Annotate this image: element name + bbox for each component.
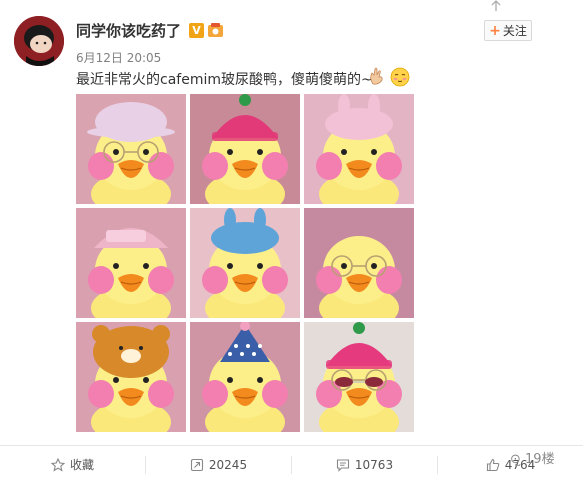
duck-plush-image xyxy=(190,208,300,318)
hand-emoji-icon xyxy=(370,67,383,85)
scroll-up-arrow-icon[interactable] xyxy=(489,0,503,12)
photo-duck-beanie-sunglasses[interactable] xyxy=(304,322,414,432)
photo-duck-pink-beanie[interactable] xyxy=(190,94,300,204)
member-badge-icon xyxy=(208,23,223,37)
duck-plush-image xyxy=(304,322,414,432)
action-bar: 收藏 20245 10763 4764 xyxy=(0,445,583,483)
image-grid xyxy=(76,94,414,434)
post-text: 最近非常火的cafemim玻尿酸鸭，傻萌傻萌的~ xyxy=(76,72,373,88)
avatar-illustration xyxy=(14,16,64,66)
comment-icon xyxy=(336,458,349,472)
watermark-chat-icon: ⊙̫ xyxy=(510,452,526,467)
thumbs-up-icon xyxy=(486,458,499,471)
duck-plush-image xyxy=(190,94,300,204)
verified-badge-icon: V xyxy=(189,23,204,38)
follow-button[interactable]: + 关注 xyxy=(484,20,532,41)
photo-duck-bear-hat[interactable] xyxy=(76,322,186,432)
photo-duck-pink-bunny-hat[interactable] xyxy=(304,94,414,204)
photo-duck-purple-hat-glasses[interactable] xyxy=(76,94,186,204)
photo-duck-party-hat[interactable] xyxy=(190,322,300,432)
duck-plush-image xyxy=(190,322,300,432)
username[interactable]: 同学你该吃药了 xyxy=(76,20,181,41)
comment-count: 10763 xyxy=(354,457,394,472)
duck-plush-image xyxy=(76,208,186,318)
weibo-post-card: 同学你该吃药了 V + 关注 6月12日 20:05 最近非常火的cafemim… xyxy=(0,0,583,483)
favorite-button[interactable]: 收藏 xyxy=(0,446,145,483)
comment-button[interactable]: 10763 xyxy=(292,446,437,483)
photo-duck-blue-bunny-hat[interactable] xyxy=(190,208,300,318)
photo-duck-round-glasses[interactable] xyxy=(304,208,414,318)
shy-face-emoji-icon xyxy=(390,67,410,87)
watermark: ⊙̫ 19楼 xyxy=(510,448,555,467)
repost-button[interactable]: 20245 xyxy=(146,446,291,483)
duck-plush-image xyxy=(304,94,414,204)
post-timestamp[interactable]: 6月12日 20:05 xyxy=(76,49,161,66)
duck-plush-image xyxy=(304,208,414,318)
avatar[interactable] xyxy=(14,16,64,66)
star-icon xyxy=(50,457,65,472)
watermark-label: 19楼 xyxy=(525,452,555,467)
duck-plush-image xyxy=(76,322,186,432)
repost-count: 20245 xyxy=(208,457,248,472)
favorite-label: 收藏 xyxy=(69,458,94,472)
photo-duck-pink-cap[interactable] xyxy=(76,208,186,318)
plus-icon: + xyxy=(489,22,501,39)
follow-label: 关注 xyxy=(502,24,527,38)
repost-icon xyxy=(190,458,203,471)
duck-plush-image xyxy=(76,94,186,204)
